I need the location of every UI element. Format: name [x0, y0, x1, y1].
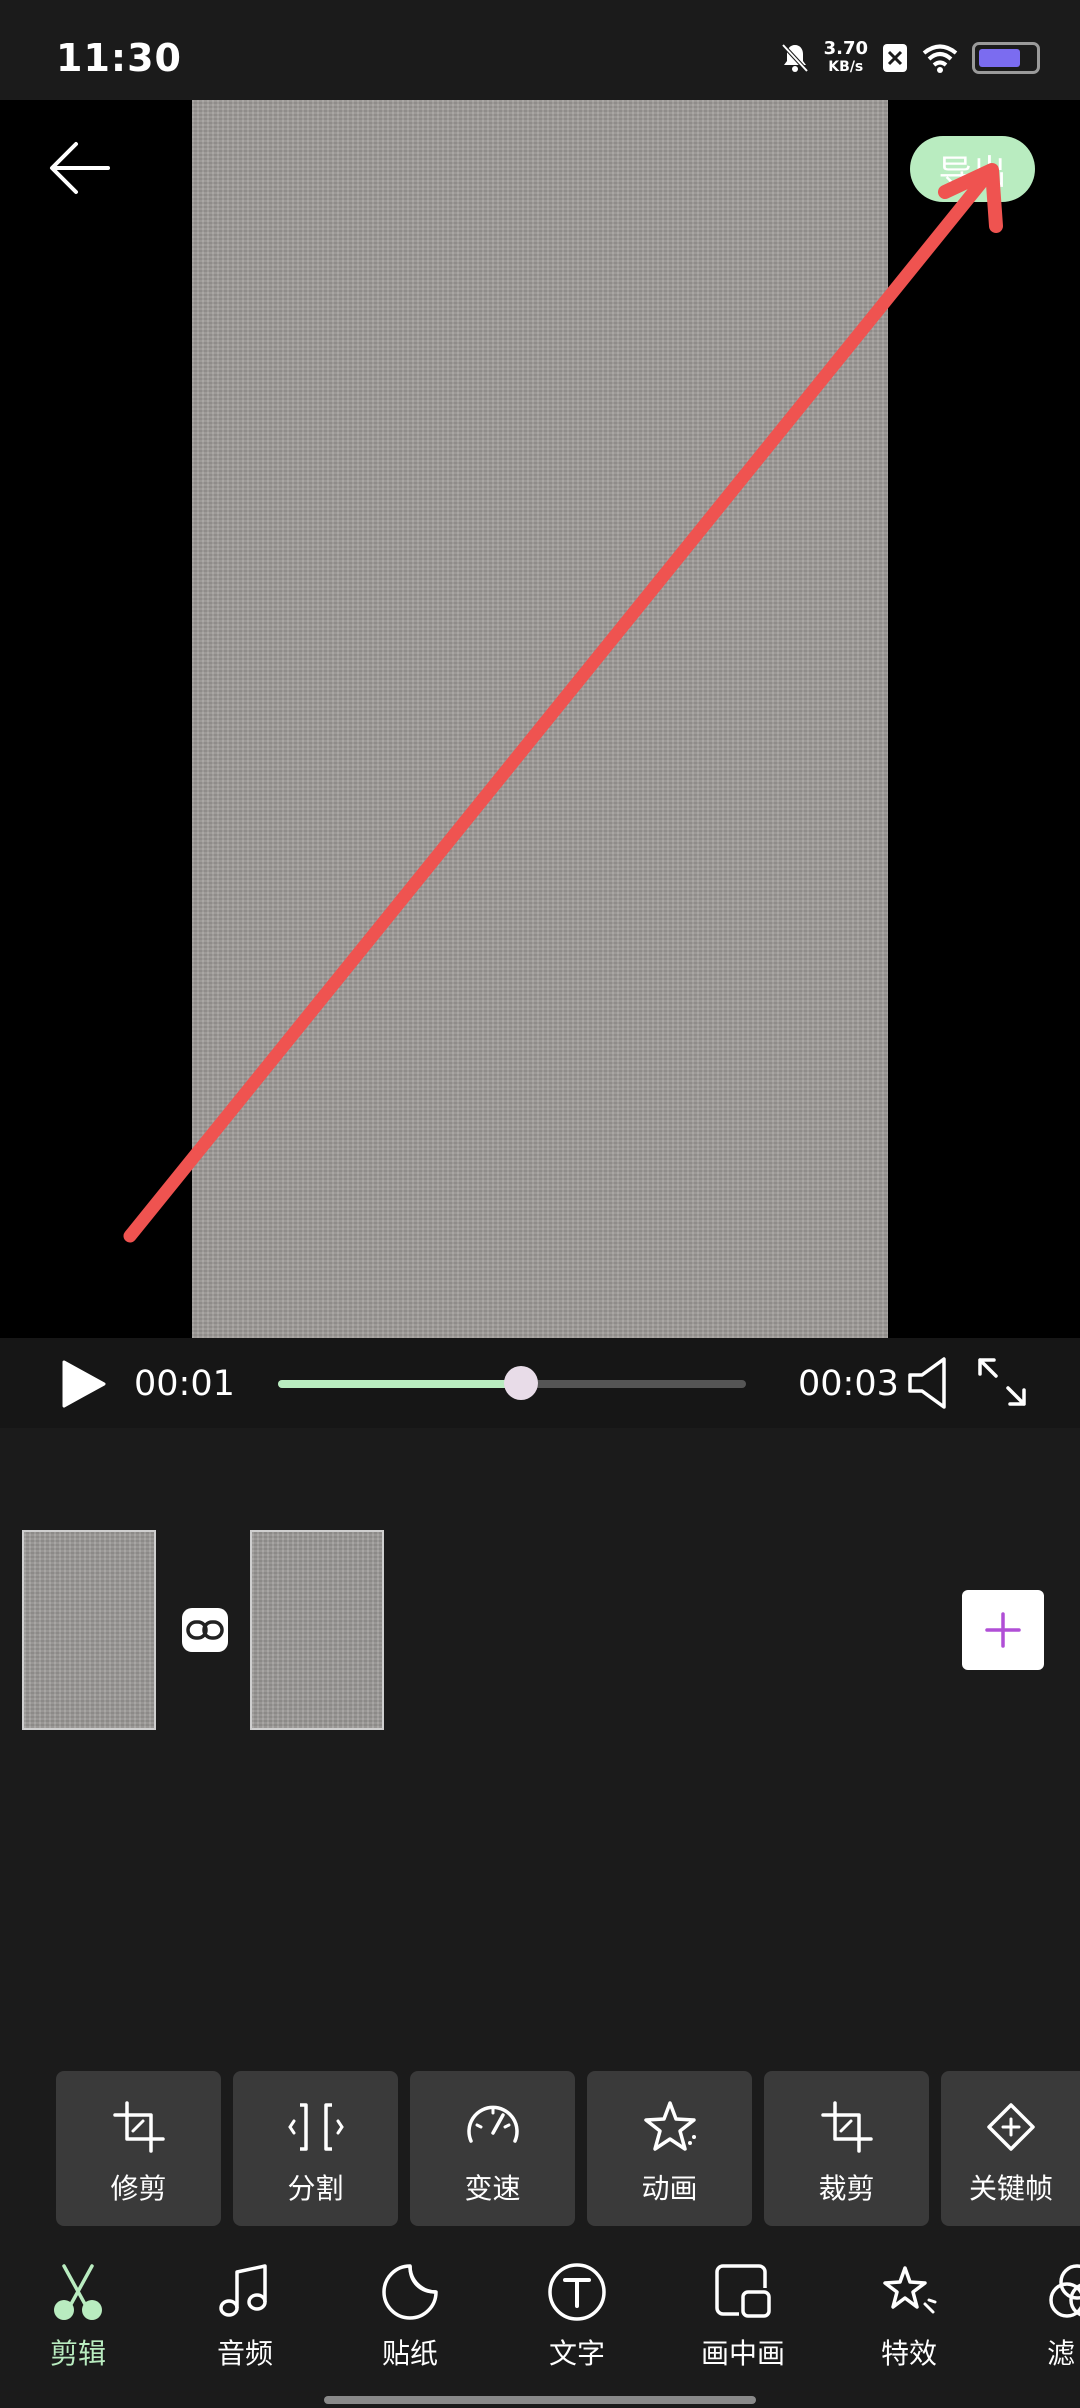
speedometer-icon: [466, 2105, 519, 2143]
plus-icon: [985, 1612, 1021, 1648]
tool-label: 动画: [641, 2172, 698, 2205]
tool-keyframe[interactable]: 关键帧: [941, 2071, 1080, 2226]
nav-text[interactable]: 文字: [507, 2260, 647, 2372]
nav-audio[interactable]: 音频: [175, 2260, 315, 2372]
net-speed: 3.70 KB/s: [824, 40, 868, 76]
tool-speed[interactable]: 变速: [410, 2071, 575, 2226]
nav-pip[interactable]: 画中画: [673, 2260, 813, 2372]
nav-label: 贴纸: [381, 2337, 438, 2370]
battery-level: [979, 49, 1020, 67]
back-arrow-icon[interactable]: [44, 132, 116, 204]
nav-label: 画中画: [700, 2337, 785, 2370]
nav-sticker[interactable]: 贴纸: [340, 2260, 480, 2372]
nav-filter[interactable]: 滤: [1005, 2260, 1080, 2372]
export-button[interactable]: 导出: [910, 136, 1035, 202]
wifi-icon: [922, 44, 958, 73]
status-time: 11:30: [56, 36, 182, 80]
total-time: 00:03: [798, 1364, 899, 1404]
no-sim-icon: [883, 44, 907, 72]
tool-label: 关键帧: [968, 2172, 1053, 2205]
nav-label: 特效: [880, 2337, 937, 2370]
tool-split[interactable]: 分割: [233, 2071, 398, 2226]
nav-label: 音频: [216, 2337, 273, 2370]
export-label: 导出: [938, 152, 1007, 193]
sticker-icon: [382, 2264, 438, 2320]
progress-fill: [278, 1380, 522, 1388]
bottom-nav: 剪辑 音频 贴纸 文字 画中画 特效 滤: [0, 2252, 1080, 2408]
net-speed-value: 3.70: [823, 38, 868, 59]
timeline-clip-1[interactable]: [22, 1530, 156, 1730]
filter-icon: [1049, 2264, 1080, 2318]
nav-effects[interactable]: 特效: [839, 2260, 979, 2372]
tool-label: 分割: [287, 2172, 344, 2205]
nav-edit[interactable]: 剪辑: [8, 2260, 148, 2372]
nav-label: 滤: [1047, 2337, 1076, 2370]
edit-tools: 修剪 分割 变速 动画 裁剪 关键帧: [56, 2071, 1080, 2226]
home-indicator[interactable]: [324, 2396, 756, 2404]
tool-animation[interactable]: 动画: [587, 2071, 752, 2226]
star-icon: [643, 2101, 696, 2151]
status-icons: 3.70 KB/s: [780, 40, 1040, 76]
net-speed-unit: KB/s: [828, 59, 864, 75]
tool-label: 修剪: [110, 2172, 167, 2205]
add-clip-button[interactable]: [962, 1590, 1044, 1670]
link-icon[interactable]: [182, 1608, 228, 1652]
crop-icon: [112, 2101, 165, 2153]
nav-label: 剪辑: [49, 2337, 106, 2370]
volume-icon[interactable]: [906, 1355, 958, 1411]
current-time: 00:01: [134, 1364, 235, 1404]
timeline-clip-2[interactable]: [250, 1530, 384, 1730]
fullscreen-icon[interactable]: [976, 1356, 1028, 1408]
keyframe-icon: [987, 2103, 1035, 2151]
text-icon: [548, 2263, 606, 2321]
nav-label: 文字: [548, 2337, 605, 2370]
battery-icon: [972, 42, 1040, 74]
play-icon[interactable]: [58, 1358, 108, 1410]
scissors-icon: [54, 2264, 102, 2320]
sparkle-star-icon: [883, 2266, 937, 2314]
video-frame: [192, 100, 888, 1338]
split-icon: [287, 2103, 344, 2151]
music-note-icon: [219, 2264, 267, 2317]
crop-icon: [820, 2101, 873, 2153]
tool-label: 变速: [464, 2172, 521, 2205]
tool-label: 裁剪: [818, 2172, 875, 2205]
pip-icon: [715, 2264, 771, 2318]
tool-trim[interactable]: 修剪: [56, 2071, 221, 2226]
bell-off-icon: [781, 43, 809, 73]
tool-crop[interactable]: 裁剪: [764, 2071, 929, 2226]
